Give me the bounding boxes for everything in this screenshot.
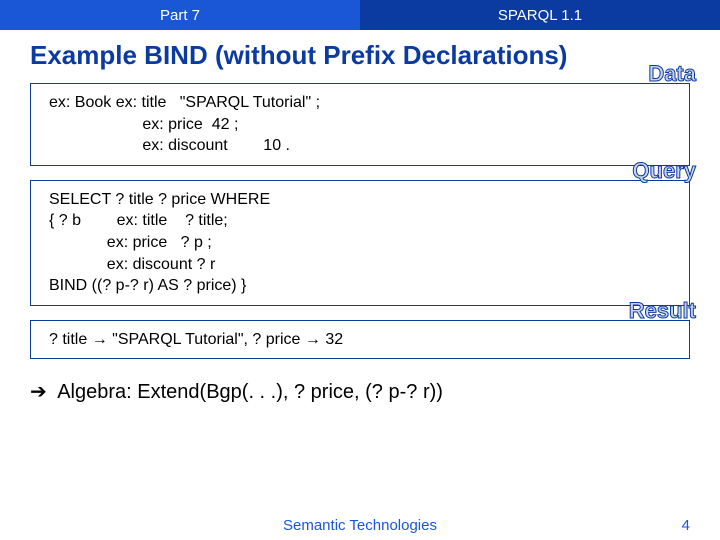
title-prefix: Example <box>30 40 144 70</box>
data-box-area: Data ex: Book ex: title "SPARQL Tutorial… <box>30 83 690 166</box>
result-box: ? title → "SPARQL Tutorial", ? price → 3… <box>30 320 690 360</box>
title-suffix: (without Prefix Declarations) <box>208 40 568 70</box>
page-number: 4 <box>682 517 690 534</box>
data-label: Data <box>648 61 696 87</box>
title-keyword: BIND <box>144 40 208 70</box>
query-box-area: Query SELECT ? title ? price WHERE { ? b… <box>30 180 690 306</box>
topbar-left: Part 7 <box>0 0 360 30</box>
algebra-text: Algebra: Extend(Bgp(. . .), ? price, (? … <box>53 381 443 403</box>
algebra-line: ➔ Algebra: Extend(Bgp(. . .), ? price, (… <box>0 373 720 404</box>
top-bar: Part 7 SPARQL 1.1 <box>0 0 720 30</box>
arrow-right-icon: ➔ <box>30 381 53 403</box>
footer-text: Semantic Technologies <box>0 517 720 534</box>
topbar-right: SPARQL 1.1 <box>360 0 720 30</box>
query-box: SELECT ? title ? price WHERE { ? b ex: t… <box>30 180 690 306</box>
data-box: ex: Book ex: title "SPARQL Tutorial" ; e… <box>30 83 690 166</box>
query-label: Query <box>632 158 696 184</box>
slide-title: Example BIND (without Prefix Declaration… <box>0 30 720 77</box>
result-box-area: Result ? title → "SPARQL Tutorial", ? pr… <box>30 320 690 360</box>
result-label: Result <box>629 298 696 324</box>
